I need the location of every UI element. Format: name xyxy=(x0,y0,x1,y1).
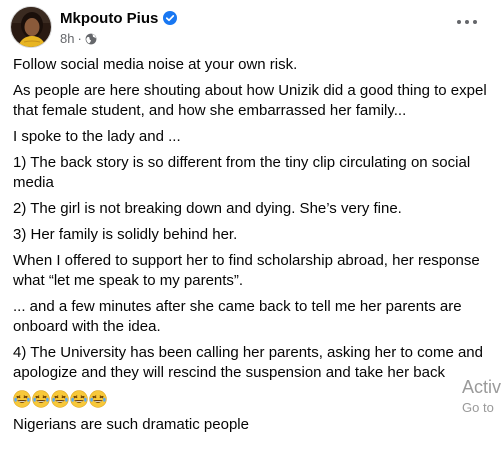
post-header: Mkpouto Pius 8h · xyxy=(10,6,491,50)
post-paragraph: 2) The girl is not breaking down and dyi… xyxy=(13,200,402,217)
laughing-emoji-icon xyxy=(89,390,107,408)
post-paragraph: I spoke to the lady and ... xyxy=(13,128,181,145)
watermark-line-2: Go to xyxy=(462,400,494,415)
globe-icon[interactable] xyxy=(85,32,97,45)
post-paragraph: As people are here shouting about how Un… xyxy=(13,82,487,119)
post-paragraph: When I offered to support her to find sc… xyxy=(13,252,480,289)
post-paragraph: 1) The back story is so different from t… xyxy=(13,154,471,191)
laughing-emoji-icon xyxy=(70,390,88,408)
post-paragraph: 4) The University has been calling her p… xyxy=(13,344,483,381)
watermark-line-1: Activ xyxy=(462,377,501,397)
post-body: Follow social media noise at your own ri… xyxy=(13,55,491,441)
author-name[interactable]: Mkpouto Pius xyxy=(60,10,158,27)
post-time[interactable]: 8h xyxy=(60,31,74,46)
laughing-emoji-icon xyxy=(13,390,31,408)
author-block: Mkpouto Pius 8h · xyxy=(60,7,178,47)
post-paragraph: ... and a few minutes after she came bac… xyxy=(13,298,462,335)
post-closing-line: Nigerians are such dramatic people xyxy=(13,416,249,433)
meta-row: 8h · xyxy=(60,29,177,47)
post-paragraph: Follow social media noise at your own ri… xyxy=(13,56,298,73)
windows-activation-watermark: Activ Go to xyxy=(462,376,501,417)
avatar[interactable] xyxy=(10,6,52,48)
laughing-emoji-icon xyxy=(32,390,50,408)
post-paragraph: 3) Her family is solidly behind her. xyxy=(13,226,238,243)
laughing-emoji-icon xyxy=(51,390,69,408)
emoji-row xyxy=(13,389,491,409)
more-options-icon[interactable] xyxy=(457,14,477,30)
author-row: Mkpouto Pius xyxy=(60,7,178,29)
meta-separator: · xyxy=(77,30,82,46)
avatar-photo xyxy=(11,7,51,47)
verified-badge-icon xyxy=(163,11,178,25)
